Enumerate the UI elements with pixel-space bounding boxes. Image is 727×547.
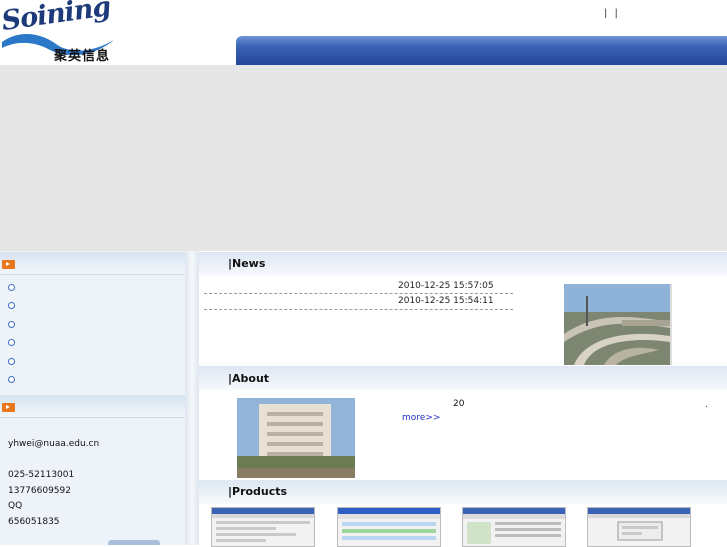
news-divider	[204, 293, 513, 294]
about-header	[199, 366, 727, 390]
sidebar-item-3-bullet-icon[interactable]	[8, 321, 15, 328]
sidebar-corner-decoration	[108, 540, 160, 545]
news-divider	[204, 309, 513, 310]
product-thumbnail[interactable]	[462, 507, 566, 547]
about-photo	[237, 398, 355, 478]
highway-interchange-image	[564, 284, 670, 365]
news-photo[interactable]	[564, 284, 672, 365]
contact-phone: 025-52113001	[8, 470, 75, 480]
banner-bar	[236, 36, 727, 65]
news-item-date: 2010-12-25 15:54:11	[398, 296, 494, 306]
section-arrow-icon	[2, 403, 15, 412]
column-divider	[185, 251, 199, 545]
contact-qq: 656051835	[8, 517, 60, 527]
products-title: |Products	[228, 485, 288, 498]
product-thumbnail[interactable]	[337, 507, 441, 547]
software-screenshot-image	[588, 508, 690, 541]
hero-banner	[0, 65, 727, 251]
sidebar-item-1-bullet-icon[interactable]	[8, 284, 15, 291]
about-title: |About	[228, 372, 270, 385]
software-screenshot-image	[212, 508, 314, 542]
news-title: |News	[228, 257, 266, 270]
sidebar-header-contact	[0, 395, 185, 418]
logo-chinese-text: 聚英信息	[54, 49, 111, 64]
section-arrow-icon	[2, 260, 15, 269]
sidebar-header-menu	[0, 252, 185, 275]
contact-email[interactable]: yhwei@nuaa.edu.cn	[8, 439, 99, 449]
software-screenshot-image	[338, 508, 440, 540]
site-logo[interactable]: Soining 聚英信息	[0, 0, 116, 66]
contact-qq-label: QQ	[8, 501, 23, 511]
sidebar-item-5-bullet-icon[interactable]	[8, 358, 15, 365]
product-thumbnail[interactable]	[211, 507, 315, 547]
product-thumbnail[interactable]	[587, 507, 691, 547]
sidebar-item-2-bullet-icon[interactable]	[8, 302, 15, 309]
software-screenshot-image	[463, 508, 565, 544]
about-text-end: .	[705, 400, 708, 410]
about-text: 20	[453, 399, 465, 409]
news-item-date: 2010-12-25 15:57:05	[398, 281, 494, 291]
news-header	[199, 252, 727, 276]
about-more-link[interactable]: more>>	[402, 413, 440, 423]
building-image	[237, 398, 355, 478]
top-links[interactable]: | |	[604, 8, 620, 19]
contact-mobile: 13776609592	[8, 486, 71, 496]
sidebar-item-6-bullet-icon[interactable]	[8, 376, 15, 383]
sidebar-item-4-bullet-icon[interactable]	[8, 339, 15, 346]
